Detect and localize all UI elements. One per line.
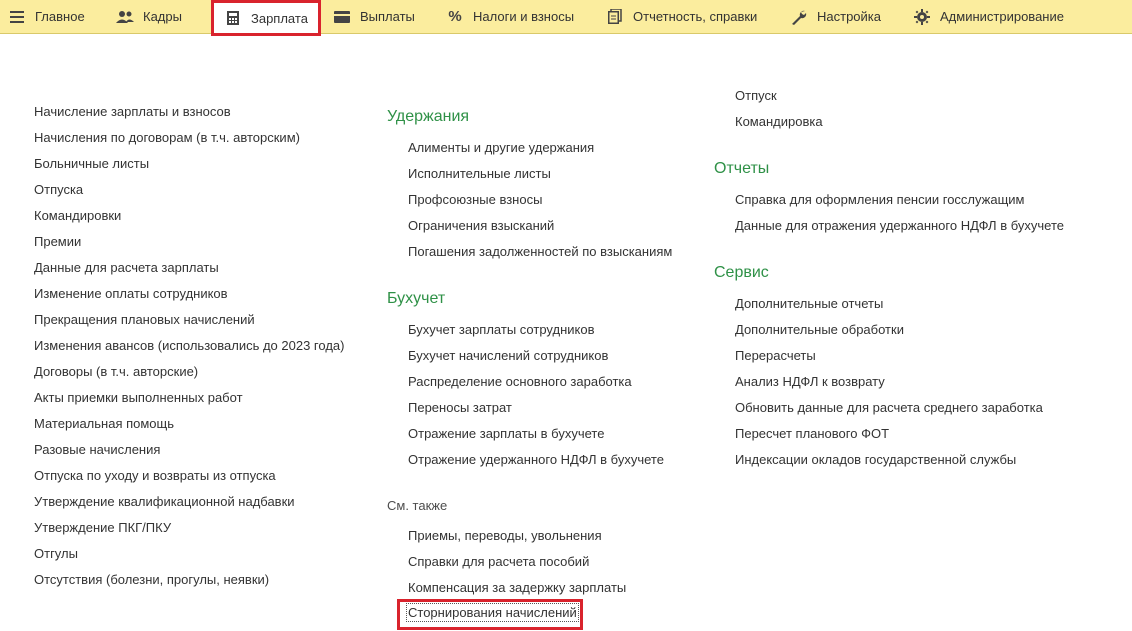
- link-priemy-perevody[interactable]: Приемы, переводы, увольнения: [408, 528, 602, 543]
- link-analiz-ndfl[interactable]: Анализ НДФЛ к возврату: [735, 374, 885, 389]
- link-spravki-posobiy[interactable]: Справки для расчета пособий: [408, 554, 589, 569]
- tab-label: Настройка: [817, 9, 881, 24]
- link-alimenty[interactable]: Алименты и другие удержания: [408, 140, 594, 155]
- link-komandirovka[interactable]: Командировка: [735, 114, 823, 129]
- link-razovye-nachisleniya[interactable]: Разовые начисления: [34, 442, 160, 457]
- link-buhuchet-nachisleniy[interactable]: Бухучет начислений сотрудников: [408, 348, 608, 363]
- highlight-frame: [397, 599, 583, 630]
- link-dogovory[interactable]: Договоры (в т.ч. авторские): [34, 364, 198, 379]
- link-izmeneniya-avansov[interactable]: Изменения авансов (использовались до 202…: [34, 338, 344, 353]
- tab-nalogi[interactable]: % Налоги и взносы: [446, 0, 574, 33]
- link-dop-otchety[interactable]: Дополнительные отчеты: [735, 296, 883, 311]
- link-otpusk[interactable]: Отпуск: [735, 88, 777, 103]
- wallet-icon: [333, 8, 351, 26]
- tab-nastroyka[interactable]: Настройка: [790, 0, 881, 33]
- link-obnovit-dannye[interactable]: Обновить данные для расчета среднего зар…: [735, 400, 1043, 415]
- tab-label: Главное: [35, 9, 85, 24]
- link-otpuska[interactable]: Отпуска: [34, 182, 83, 197]
- link-prekrashcheniya-nachisleniy[interactable]: Прекращения плановых начислений: [34, 312, 255, 327]
- link-bolnichnye-listy[interactable]: Больничные листы: [34, 156, 149, 171]
- link-perenosy-zatrat[interactable]: Переносы затрат: [408, 400, 512, 415]
- documents-icon: [606, 8, 624, 26]
- link-nachislenie-zarplaty[interactable]: Начисление зарплаты и взносов: [34, 104, 231, 119]
- link-buhuchet-zarplaty[interactable]: Бухучет зарплаты сотрудников: [408, 322, 594, 337]
- tab-administrirovanie[interactable]: Администрирование: [913, 0, 1064, 33]
- link-komandirovki[interactable]: Командировки: [34, 208, 121, 223]
- link-ogranicheniya-vzyskaniy[interactable]: Ограничения взысканий: [408, 218, 554, 233]
- people-icon: [116, 8, 134, 26]
- section-title-uderzhaniya: Удержания: [387, 108, 470, 125]
- tab-label: Налоги и взносы: [473, 9, 575, 24]
- link-otpuska-po-ukhodu[interactable]: Отпуска по уходу и возвраты из отпуска: [34, 468, 276, 483]
- link-kompensatsiya-zaderzhki[interactable]: Компенсация за задержку зарплаты: [408, 580, 626, 595]
- link-spravka-pensii[interactable]: Справка для оформления пенсии госслужащи…: [735, 192, 1025, 207]
- link-materialnaya-pomoshch[interactable]: Материальная помощь: [34, 416, 174, 431]
- tab-kadry[interactable]: Кадры: [116, 0, 182, 33]
- tab-label: Отчетность, справки: [633, 9, 758, 24]
- link-indeksatsii-okladov[interactable]: Индексации окладов государственной служб…: [735, 452, 1016, 467]
- link-kvalifikatsionnaya-nadbavka[interactable]: Утверждение квалификационной надбавки: [34, 494, 295, 509]
- section-title-otchety: Отчеты: [714, 160, 770, 177]
- link-raspredelenie-zarabotka[interactable]: Распределение основного заработка: [408, 374, 632, 389]
- hamburger-menu-icon: [8, 8, 26, 26]
- section-title-servis: Сервис: [714, 264, 769, 281]
- link-otrazhenie-zarplaty[interactable]: Отражение зарплаты в бухучете: [408, 426, 604, 441]
- link-ispolnitelnye-listy[interactable]: Исполнительные листы: [408, 166, 551, 181]
- link-pereraschety[interactable]: Перерасчеты: [735, 348, 816, 363]
- tab-vyplaty[interactable]: Выплаты: [333, 0, 415, 33]
- link-akty-priemki[interactable]: Акты приемки выполненных работ: [34, 390, 243, 405]
- link-pkg-pku[interactable]: Утверждение ПКГ/ПКУ: [34, 520, 171, 535]
- tab-label: Кадры: [143, 9, 182, 24]
- link-dannye-dlya-rascheta[interactable]: Данные для расчета зарплаты: [34, 260, 219, 275]
- tab-otchetnost[interactable]: Отчетность, справки: [606, 0, 757, 33]
- tab-label: Выплаты: [360, 9, 415, 24]
- link-nachisleniya-po-dogovoram[interactable]: Начисления по договорам (в т.ч. авторски…: [34, 130, 300, 145]
- gear-icon: [913, 8, 931, 26]
- link-otsutstviya[interactable]: Отсутствия (болезни, прогулы, неявки): [34, 572, 269, 587]
- tab-zarplata[interactable]: Зарплата: [211, 0, 321, 36]
- link-dop-obrabotki[interactable]: Дополнительные обработки: [735, 322, 904, 337]
- link-premii[interactable]: Премии: [34, 234, 81, 249]
- tab-label: Зарплата: [251, 10, 308, 26]
- link-pogasheniya-zadolzhennostey[interactable]: Погашения задолженностей по взысканиям: [408, 244, 672, 259]
- tab-label: Администрирование: [940, 9, 1064, 24]
- link-pereschet-fot[interactable]: Пересчет планового ФОТ: [735, 426, 889, 441]
- link-otrazhenie-ndfl[interactable]: Отражение удержанного НДФЛ в бухучете: [408, 452, 664, 467]
- link-profsoyuznye-vznosy[interactable]: Профсоюзные взносы: [408, 192, 542, 207]
- tab-glavnoe[interactable]: Главное: [8, 0, 85, 33]
- section-title-buhuchet: Бухучет: [387, 290, 446, 307]
- top-nav-bar: Главное Кадры Зарплата Выплаты % Налоги …: [0, 0, 1132, 36]
- link-dannye-ndfl-buhuchet[interactable]: Данные для отражения удержанного НДФЛ в …: [735, 218, 1064, 233]
- percent-icon: %: [448, 8, 462, 25]
- wrench-icon: [790, 8, 808, 26]
- calculator-icon: [224, 9, 242, 27]
- link-otguly[interactable]: Отгулы: [34, 546, 78, 561]
- section-title-see-also: См. также: [387, 498, 448, 513]
- link-izmenenie-oplaty[interactable]: Изменение оплаты сотрудников: [34, 286, 228, 301]
